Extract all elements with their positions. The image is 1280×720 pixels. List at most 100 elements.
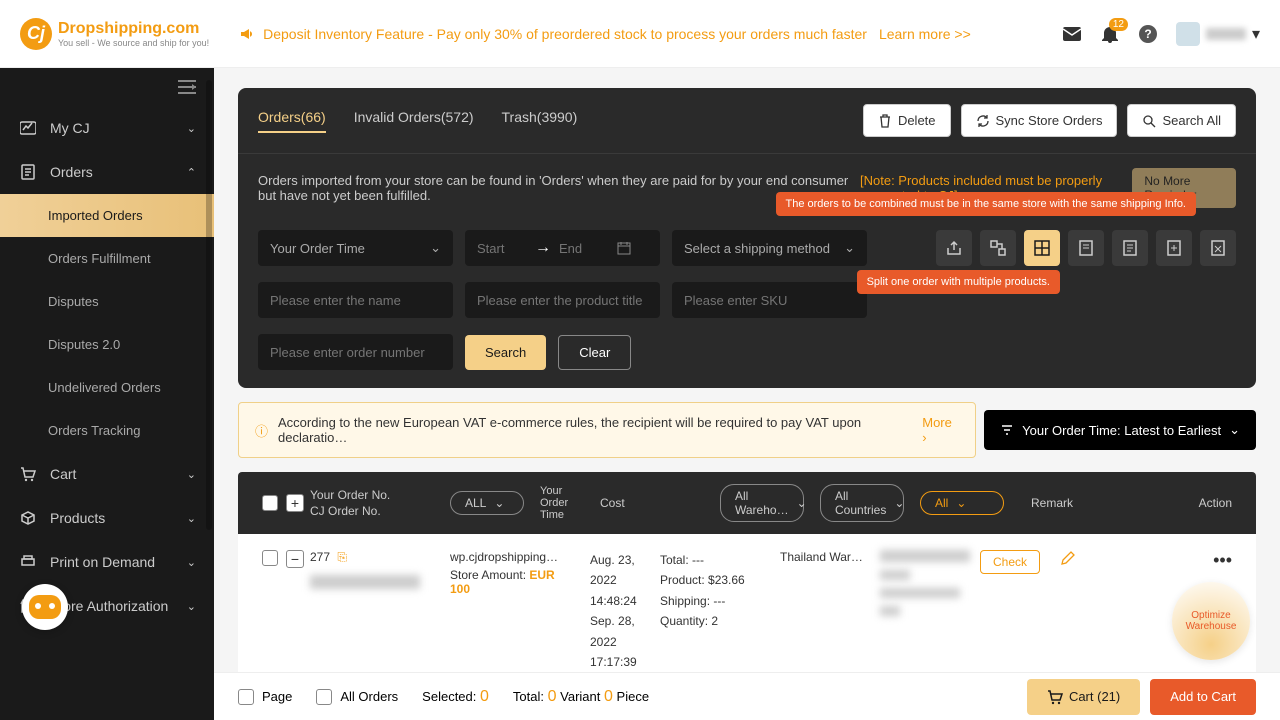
more-actions-button[interactable]: ••• (1213, 550, 1232, 570)
sidebar-scrollbar[interactable] (206, 80, 212, 530)
dashboard-icon (18, 120, 38, 136)
logo[interactable]: Cj Dropshipping.com You sell - We source… (20, 18, 209, 50)
help-icon[interactable]: ? (1138, 24, 1158, 44)
product-input[interactable] (465, 282, 660, 318)
doc1-icon-button[interactable] (1068, 230, 1104, 266)
sku-input[interactable] (672, 282, 867, 318)
warehouse: Thailand War… (772, 550, 872, 564)
filter-row-1: Your Order Time⌄ → Select a shipping met… (238, 222, 1256, 274)
order-row: − 277 ⎘ wp.cjdropshipping… Store Amount:… (238, 534, 1256, 689)
search-button[interactable]: Search (465, 335, 546, 370)
add-to-cart-button[interactable]: Add to Cart (1150, 679, 1256, 715)
sidebar-sub-disputes[interactable]: Disputes (0, 280, 214, 323)
doc3-icon-button[interactable] (1156, 230, 1192, 266)
doc2-icon-button[interactable] (1112, 230, 1148, 266)
header-action: Action (1180, 496, 1240, 510)
mail-icon[interactable] (1062, 24, 1082, 44)
header-cost: Cost (592, 496, 712, 510)
date-range[interactable]: → (465, 230, 660, 266)
header-ordertime: Your Order Time (532, 485, 592, 521)
allorders-checkbox[interactable] (316, 689, 332, 705)
bell-icon[interactable]: 12 (1100, 24, 1120, 44)
tabs: Orders(66) Invalid Orders(572) Trash(399… (258, 109, 577, 133)
selected-count: Selected: 0 (422, 688, 489, 706)
edit-icon[interactable] (1060, 550, 1124, 566)
sidebar-sub-disputes2[interactable]: Disputes 2.0 (0, 323, 214, 366)
filter-row-3: Search Clear (238, 326, 1256, 388)
orderno-input[interactable] (258, 334, 453, 370)
avatar (1176, 22, 1200, 46)
row-checkbox[interactable] (262, 550, 278, 566)
link-icon[interactable]: ⎘ (337, 550, 347, 564)
select-all-checkbox[interactable] (262, 495, 278, 511)
order-id-blur (310, 575, 420, 589)
name-input[interactable] (258, 282, 453, 318)
orders-icon (18, 164, 38, 180)
logo-icon: Cj (20, 18, 52, 50)
sync-button[interactable]: Sync Store Orders (961, 104, 1118, 137)
sort-button[interactable]: Your Order Time: Latest to Earliest ⌄ (984, 410, 1256, 450)
sidebar-sub-undelivered[interactable]: Undelivered Orders (0, 366, 214, 409)
split-icon-button[interactable]: Split one order with multiple products. (1024, 230, 1060, 266)
notification-badge: 12 (1109, 18, 1128, 31)
collapse-sidebar-button[interactable] (0, 68, 214, 106)
search-all-label: Search All (1162, 113, 1221, 128)
date1: Aug. 23, 2022 (590, 550, 644, 591)
optimize-warehouse-button[interactable]: Optimize Warehouse (1172, 582, 1250, 660)
combine-icon-button[interactable] (980, 230, 1016, 266)
announcement: Deposit Inventory Feature - Pay only 30%… (239, 26, 971, 42)
start-date-input[interactable] (477, 241, 527, 256)
search-all-button[interactable]: Search All (1127, 104, 1236, 137)
cart-button[interactable]: Cart (21) (1027, 679, 1140, 715)
countries-filter[interactable]: All Countries⌄ (820, 484, 904, 522)
split-tooltip: Split one order with multiple products. (857, 270, 1060, 294)
sidebar-item-orders[interactable]: Orders ⌃ (0, 150, 214, 194)
header-orderno: Your Order No. (310, 488, 434, 502)
warehouse-filter[interactable]: All Wareho…⌄ (720, 484, 804, 522)
sidebar-sub-tracking[interactable]: Orders Tracking (0, 409, 214, 452)
delete-button[interactable]: Delete (863, 104, 951, 137)
chevron-down-icon: ⌄ (430, 240, 441, 256)
clear-button[interactable]: Clear (558, 335, 631, 370)
tab-actions: Delete Sync Store Orders Search All (863, 104, 1236, 137)
status-filter[interactable]: All⌄ (920, 491, 1004, 515)
chevron-up-icon: ⌃ (187, 166, 196, 179)
date2: Sep. 28, 2022 (590, 611, 644, 652)
order-time-select[interactable]: Your Order Time⌄ (258, 230, 453, 266)
products-icon (18, 510, 38, 526)
sidebar-item-products[interactable]: Products ⌄ (0, 496, 214, 540)
logo-main: Dropshipping.com (58, 20, 209, 38)
vat-notice: ⓘ According to the new European VAT e-co… (238, 402, 976, 458)
end-date-input[interactable] (559, 241, 609, 256)
store-filter[interactable]: ALL⌄ (450, 491, 524, 515)
filter-row-2 (238, 274, 1256, 326)
page-checkbox[interactable] (238, 689, 254, 705)
chat-button[interactable] (22, 584, 68, 630)
tab-invalid[interactable]: Invalid Orders(572) (354, 109, 474, 133)
chevron-down-icon: ⌄ (187, 556, 196, 569)
sidebar-sub-imported[interactable]: Imported Orders (0, 194, 214, 237)
sidebar-sub-fulfillment[interactable]: Orders Fulfillment (0, 237, 214, 280)
check-button[interactable]: Check (980, 550, 1040, 574)
chevron-down-icon: ⌄ (1229, 422, 1240, 438)
notice-more-link[interactable]: More › (922, 415, 959, 445)
doc4-icon-button[interactable] (1200, 230, 1236, 266)
sidebar-item-pod[interactable]: Print on Demand ⌄ (0, 540, 214, 584)
tab-trash[interactable]: Trash(3990) (502, 109, 578, 133)
total-count: Total: 0 Variant 0 Piece (513, 688, 649, 706)
sidebar-item-mycj[interactable]: My CJ ⌄ (0, 106, 214, 150)
store-name: wp.cjdropshipping… (450, 550, 574, 564)
shipping-select[interactable]: Select a shipping method⌄ (672, 230, 867, 266)
announcement-text: Deposit Inventory Feature - Pay only 30%… (263, 26, 867, 42)
store-amount-label: Store Amount: (450, 568, 526, 582)
order-number: 277 (310, 550, 330, 564)
sidebar-item-cart[interactable]: Cart ⌄ (0, 452, 214, 496)
export-icon-button[interactable] (936, 230, 972, 266)
footer-bar: Page All Orders Selected: 0 Total: 0 Var… (214, 672, 1280, 720)
svg-text:?: ? (1144, 27, 1151, 41)
tab-orders[interactable]: Orders(66) (258, 109, 326, 133)
notice-text: According to the new European VAT e-comm… (278, 415, 922, 445)
user-menu[interactable]: ▾ (1176, 22, 1260, 46)
toolbar-icons: The orders to be combined must be in the… (936, 230, 1236, 266)
learn-more-link[interactable]: Learn more >> (879, 26, 971, 42)
